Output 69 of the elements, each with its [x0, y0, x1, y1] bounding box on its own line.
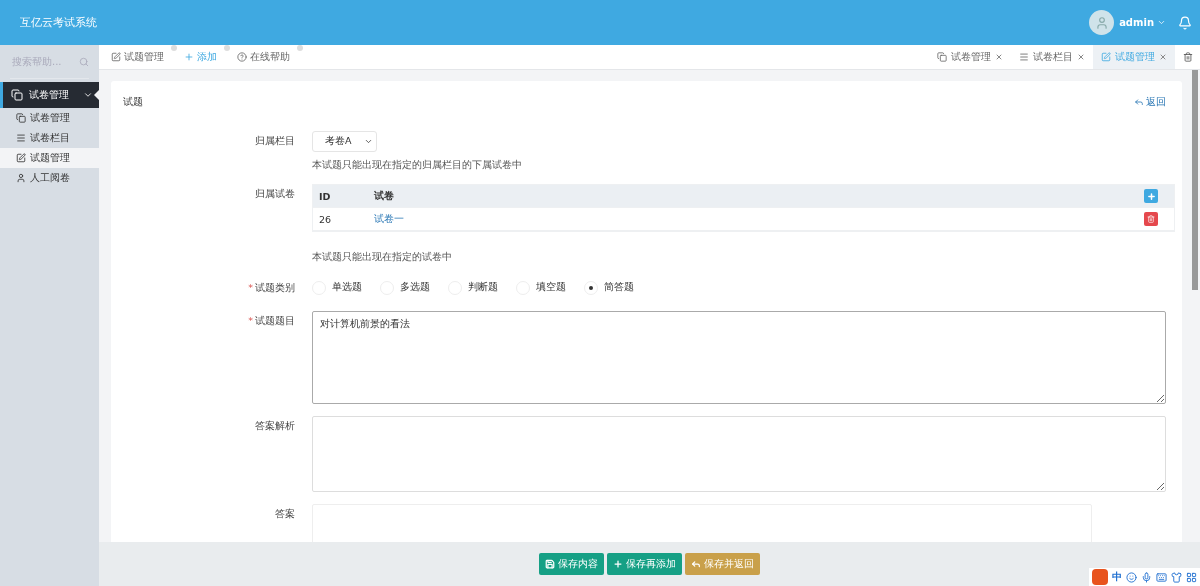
ime-logo-icon[interactable] — [1092, 569, 1108, 585]
edit-icon — [111, 52, 121, 62]
copy-icon — [16, 113, 26, 123]
delete-button[interactable] — [1144, 212, 1158, 226]
list-icon — [16, 133, 26, 143]
field-label: 答案解析 — [255, 419, 295, 433]
sidebar-item[interactable]: 试卷栏目 — [0, 128, 99, 148]
app-title: 互亿云考试系统 — [20, 15, 98, 30]
radio-label: 简答题 — [604, 281, 634, 294]
plus-icon — [1146, 191, 1156, 201]
column-header: 试卷 — [373, 189, 395, 203]
save-icon — [545, 559, 555, 569]
edit-icon — [1101, 52, 1111, 62]
sidebar-item[interactable]: 人工阅卷 — [0, 168, 99, 188]
user-icon — [16, 173, 26, 183]
back-link[interactable]: 返回 — [1134, 95, 1166, 109]
category-select[interactable]: 考卷A — [312, 131, 377, 152]
field-label: 归属栏目 — [255, 134, 295, 148]
shirt-icon[interactable] — [1171, 571, 1182, 583]
radio-label: 判断题 — [468, 281, 498, 294]
trash-icon — [1147, 215, 1155, 223]
sidebar-item[interactable]: 试题管理 — [0, 148, 99, 168]
toolbar-link[interactable]: 试题管理 — [111, 45, 164, 69]
avatar[interactable] — [1089, 10, 1115, 35]
menu-group[interactable]: 试卷管理 — [0, 82, 99, 108]
save-button[interactable]: 保存内容 — [539, 553, 604, 575]
question-field[interactable]: 对计算机前景的看法 — [312, 311, 1166, 404]
column-header: ID — [318, 190, 332, 202]
copy-icon — [937, 52, 947, 62]
field-label: 答案 — [275, 507, 295, 521]
radio-label: 单选题 — [332, 281, 362, 294]
analysis-field[interactable] — [312, 416, 1166, 492]
save-button[interactable]: 保存再添加 — [607, 553, 682, 575]
keyboard-icon[interactable] — [1156, 571, 1167, 583]
help-icon — [237, 52, 247, 62]
search-icon[interactable] — [79, 56, 89, 67]
help-text: 本试题只能出现在指定的试卷中 — [312, 250, 453, 264]
caret-icon[interactable] — [1157, 18, 1166, 27]
close-icon[interactable] — [995, 53, 1003, 61]
copy-icon — [11, 89, 23, 101]
add-button[interactable] — [1144, 189, 1158, 203]
field-label: * 试题类别 — [248, 281, 295, 295]
plus-icon — [613, 559, 623, 569]
ime-mode[interactable]: 中 — [1112, 570, 1122, 584]
grid-icon[interactable] — [1186, 571, 1197, 583]
card-title: 试题 — [123, 95, 143, 109]
table-cell-text: 26 — [318, 213, 333, 225]
edit-icon — [16, 153, 26, 163]
mic-icon[interactable] — [1141, 571, 1152, 583]
reply-icon — [691, 559, 701, 569]
radio-label: 多选题 — [400, 281, 430, 294]
close-icon[interactable] — [1077, 53, 1085, 61]
list-icon — [1019, 52, 1029, 62]
caret-icon — [364, 137, 373, 146]
user-icon — [1094, 15, 1109, 30]
close-icon[interactable] — [1159, 53, 1167, 61]
reply-icon — [1134, 97, 1144, 107]
radio-label: 填空题 — [536, 281, 566, 294]
chevron-icon[interactable] — [83, 90, 93, 100]
trash-icon — [1182, 52, 1193, 62]
paper-link[interactable]: 试卷一 — [368, 212, 1144, 226]
plus-icon — [184, 52, 194, 62]
bell-icon[interactable] — [1178, 15, 1192, 30]
smile-icon[interactable] — [1126, 571, 1137, 583]
help-text: 本试题只能出现在指定的归属栏目的下属试卷中 — [312, 158, 523, 172]
field-label: 归属试卷 — [255, 187, 295, 201]
sidebar-item[interactable]: 试卷管理 — [0, 108, 99, 128]
toolbar-link[interactable]: 在线帮助 — [237, 45, 290, 69]
field-label: * 试题题目 — [248, 314, 295, 328]
